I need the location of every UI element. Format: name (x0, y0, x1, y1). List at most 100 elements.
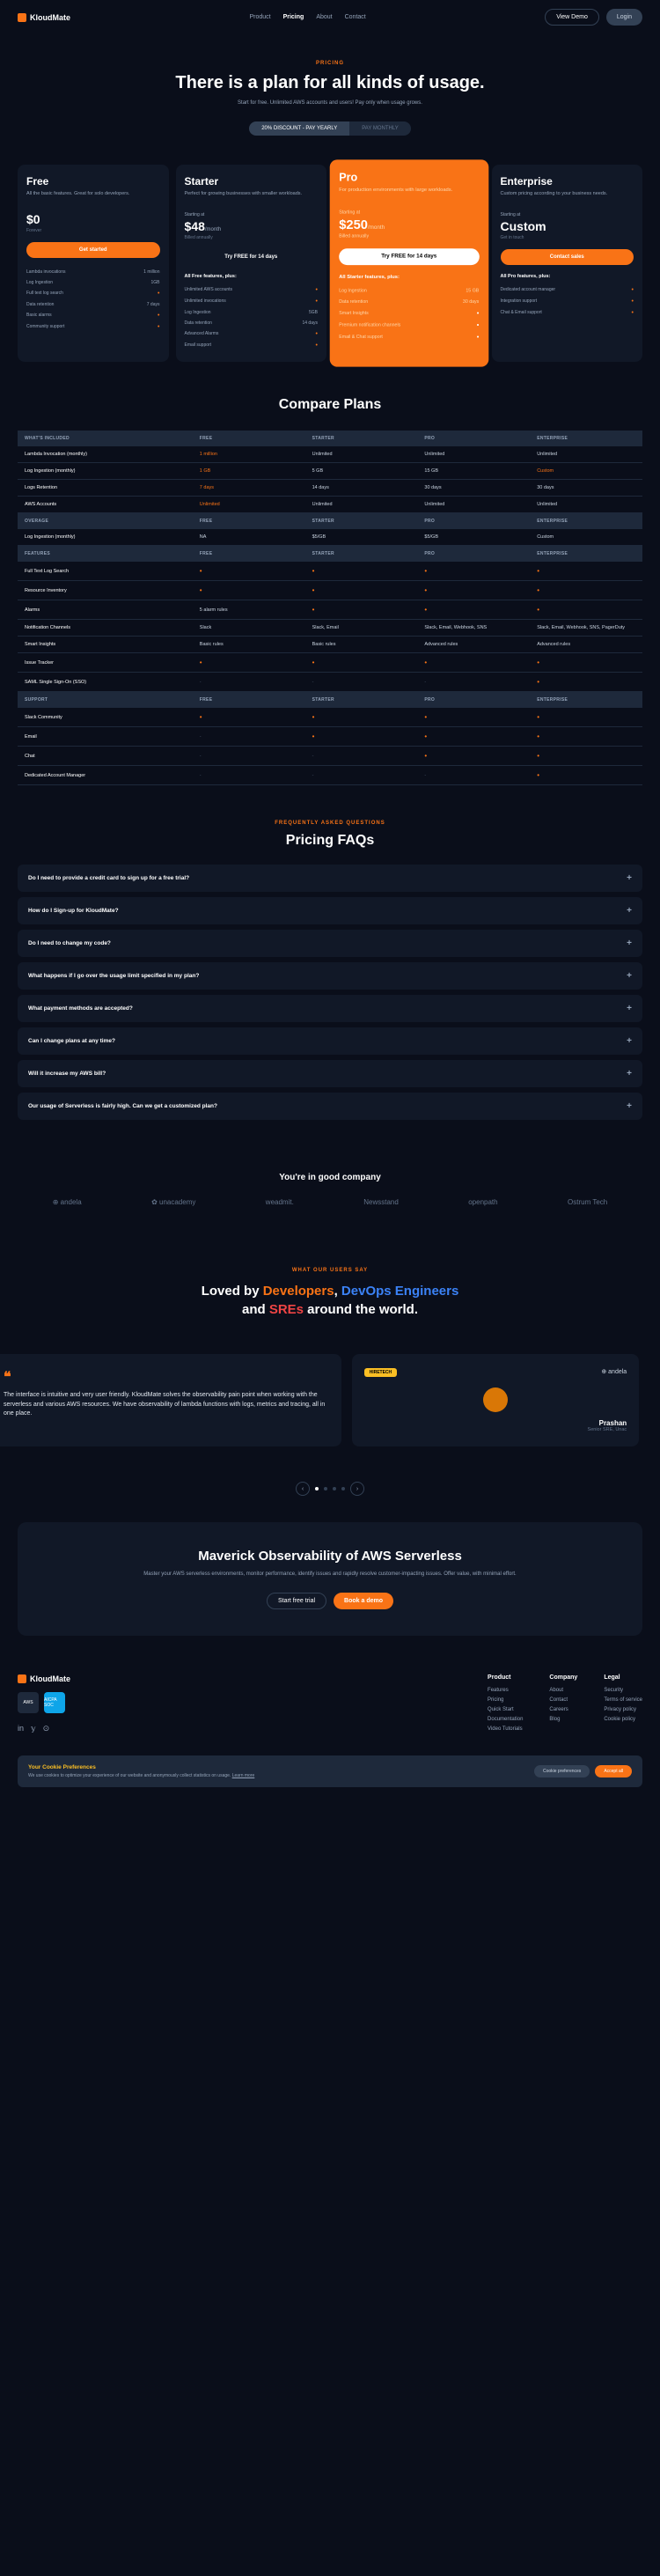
compare-row: Full Text Log Search•••• (18, 562, 642, 581)
plan-cta[interactable]: Contact sales (501, 249, 634, 265)
compare-cell: • (305, 708, 418, 727)
footer-col-head: Product (488, 1674, 523, 1681)
footer-link[interactable]: Video Tutorials (488, 1726, 523, 1732)
compare-row: Chat--•• (18, 747, 642, 766)
footer-logo[interactable]: KloudMate (18, 1674, 470, 1683)
footer-link[interactable]: About (549, 1688, 577, 1693)
dot-4[interactable] (341, 1487, 345, 1490)
compare-cell: • (530, 708, 642, 727)
compare-cell: • (530, 673, 642, 692)
plan-sub: Billed annually (185, 235, 319, 240)
compare-row: Log Ingestion (monthly)1 GB5 GB15 GBCust… (18, 463, 642, 480)
book-demo-button[interactable]: Book a demo (334, 1593, 393, 1609)
nav-contact[interactable]: Contact (345, 14, 366, 20)
compare-cell: $5/GB (305, 529, 418, 546)
faq-item[interactable]: What happens if I go over the usage limi… (18, 962, 642, 990)
next-button[interactable]: › (350, 1482, 364, 1496)
faq-item[interactable]: What payment methods are accepted?+ (18, 995, 642, 1022)
compare-header: ENTERPRISE (530, 431, 642, 446)
footer-link[interactable]: Documentation (488, 1717, 523, 1722)
twitter-icon[interactable]: 𝕪 (31, 1724, 36, 1733)
footer-link[interactable]: Security (604, 1688, 642, 1693)
faq-item[interactable]: How do I Sign-up for KloudMate?+ (18, 897, 642, 924)
cookie-learn-more[interactable]: Learn more (232, 1773, 255, 1778)
brand-logo[interactable]: KloudMate (18, 13, 70, 22)
logo-icon (18, 1674, 26, 1683)
compare-table: OVERAGEFREESTARTERPROENTERPRISE Log Inge… (18, 513, 642, 546)
compare-cell: Custom (530, 463, 642, 480)
faq-item[interactable]: Will it increase my AWS bill?+ (18, 1060, 642, 1087)
footer-link[interactable]: Quick Start (488, 1707, 523, 1712)
compare-row: Smart InsightsBasic rulesBasic rulesAdva… (18, 637, 642, 653)
compare-cell: • (305, 727, 418, 747)
compare-cell: Unlimited (305, 446, 418, 463)
compare-cell: • (193, 653, 305, 673)
footer-link[interactable]: Careers (549, 1707, 577, 1712)
plan-feature: Chat & Email support• (501, 307, 634, 319)
faq-question: Do I need to change my code? (28, 940, 111, 946)
start-trial-button[interactable]: Start free trial (267, 1593, 326, 1609)
dot-1[interactable] (315, 1487, 319, 1490)
nav-product[interactable]: Product (249, 14, 270, 20)
footer-link[interactable]: Features (488, 1688, 523, 1693)
compare-cell: 30 days (530, 480, 642, 497)
footer-col: Product Features Pricing Quick Start Documen… (488, 1674, 523, 1736)
maverick-sub: Master your AWS serverless environments,… (35, 1571, 625, 1579)
faq-item[interactable]: Do I need to change my code? + (18, 930, 642, 957)
plan-cta[interactable]: Try FREE for 14 days (185, 249, 319, 265)
compare-cell: • (305, 562, 418, 581)
footer-link[interactable]: Contact (549, 1697, 577, 1703)
compare-cell: Logs Retention (18, 480, 193, 497)
cookie-accept-button[interactable]: Accept all (595, 1765, 632, 1777)
login-button[interactable]: Login (606, 9, 642, 26)
header: KloudMate Product Pricing About Contact … (0, 0, 660, 34)
compare-cell: Slack, Email (305, 620, 418, 637)
compare-cell: Notification Channels (18, 620, 193, 637)
compare-cell: Unlimited (417, 497, 530, 513)
compare-cell: 30 days (417, 480, 530, 497)
nav-about[interactable]: About (316, 14, 332, 20)
footer-link[interactable]: Cookie policy (604, 1717, 642, 1722)
prev-button[interactable]: ‹ (296, 1482, 310, 1496)
plan-features: Log Ingestion15 GBData retention30 daysS… (339, 285, 479, 343)
linkedin-icon[interactable]: in (18, 1724, 24, 1733)
faq-item[interactable]: Our usage of Serverless is fairly high. … (18, 1093, 642, 1120)
plan-cta[interactable]: Get started (26, 242, 160, 258)
plan-feature: Log Ingestion5GB (185, 307, 319, 318)
compare-cell: - (193, 766, 305, 785)
github-icon[interactable]: ⊙ (43, 1724, 50, 1733)
plan-cta[interactable]: Try FREE for 14 days (339, 248, 479, 265)
faq-question: How do I Sign-up for KloudMate? (28, 908, 119, 914)
plan-feature: Unlimited AWS accounts• (185, 284, 319, 296)
toggle-yearly[interactable]: 20% DISCOUNT - PAY YEARLY (249, 121, 349, 136)
compare-cell: - (417, 766, 530, 785)
footer-link[interactable]: Blog (549, 1717, 577, 1722)
compare-cell: • (305, 581, 418, 600)
footer-col-head: Legal (604, 1674, 642, 1681)
faq-eyebrow: FREQUENTLY ASKED QUESTIONS (18, 821, 642, 826)
expand-icon: + (627, 938, 632, 948)
cookie-prefs-button[interactable]: Cookie preferences (534, 1765, 590, 1777)
compare-cell: • (417, 600, 530, 620)
dot-2[interactable] (324, 1487, 327, 1490)
compare-cell: Unlimited (193, 497, 305, 513)
plan-price: $250/month (339, 217, 479, 232)
faq-item[interactable]: Do I need to provide a credit card to si… (18, 865, 642, 892)
logo-icon (18, 13, 26, 22)
compare-cell: • (417, 581, 530, 600)
footer-link[interactable]: Pricing (488, 1697, 523, 1703)
toggle-monthly[interactable]: PAY MONTHLY (349, 121, 411, 136)
footer-link[interactable]: Privacy policy (604, 1707, 642, 1712)
dot-3[interactable] (333, 1487, 336, 1490)
compare-row: Alarms5 alarm rules••• (18, 600, 642, 620)
faq-title: Pricing FAQs (18, 833, 642, 849)
maverick-cta: Maverick Observability of AWS Serverless… (18, 1522, 642, 1636)
plan-pro: Pro For production environments with lar… (330, 159, 488, 366)
view-demo-button[interactable]: View Demo (545, 9, 599, 26)
faq-item[interactable]: Can I change plans at any time?+ (18, 1027, 642, 1055)
nav-pricing[interactable]: Pricing (283, 14, 304, 20)
plan-start: Starting at (501, 212, 634, 217)
compare-header: FREE (193, 546, 305, 562)
footer-link[interactable]: Terms of service (604, 1697, 642, 1703)
compare-cell: • (530, 653, 642, 673)
